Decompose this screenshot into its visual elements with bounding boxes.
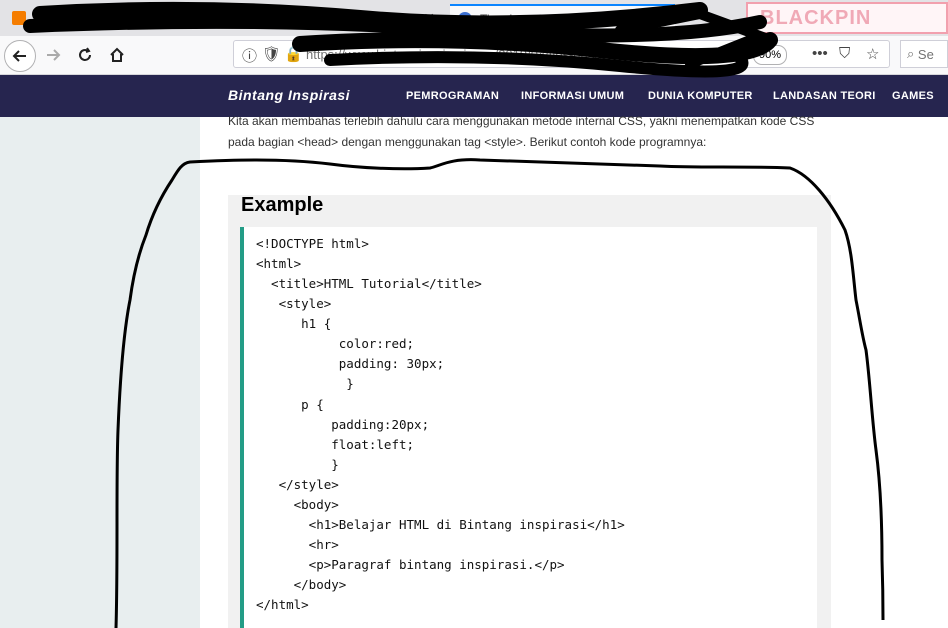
reload-button[interactable] (70, 40, 100, 70)
info-icon[interactable]: ⓘ (242, 45, 257, 66)
close-icon[interactable]: ✕ (423, 10, 435, 27)
code-line: float:left; (256, 437, 415, 452)
article-intro-text: Kita akan membahas terlebih dahulu cara … (228, 114, 815, 149)
left-sidebar-background (0, 117, 200, 628)
shield-icon[interactable]: 🛡 (262, 45, 281, 63)
code-line: <h1>Belajar HTML di Bintang inspirasi</h… (256, 517, 625, 532)
blogger-icon (236, 11, 250, 25)
code-block: <!DOCTYPE html> <html> <title>HTML Tutor… (240, 227, 817, 628)
code-line: <style> (256, 296, 332, 311)
code-line: <html> (256, 256, 302, 271)
code-line: h1 { (256, 316, 332, 331)
code-line: </html> (256, 597, 309, 612)
code-line: color:red; (256, 336, 415, 351)
lock-icon[interactable]: 🔒 (284, 45, 303, 63)
back-button[interactable] (4, 40, 36, 72)
search-icon: ⌕ (907, 46, 915, 61)
site-favicon-icon (458, 12, 472, 26)
url-text[interactable]: https://www.bintanginspirasi.com/2019/04… (306, 47, 736, 62)
search-placeholder: Se (917, 46, 934, 62)
code-line: <!DOCTYPE html> (256, 236, 369, 251)
browser-tab-1[interactable]: Blogger: Blog spot bintang... ✕ (4, 4, 219, 32)
browser-tab-bar: Blogger: Blog spot bintang... ✕ Blogger:… (0, 0, 948, 36)
search-input[interactable]: ⌕ Se (900, 40, 948, 68)
menu-item-games[interactable]: GAMES (892, 90, 934, 102)
home-icon (110, 47, 124, 62)
address-bar[interactable]: ⓘ 🛡 🔒 https://www.bintanginspirasi.com/2… (233, 40, 890, 68)
arrow-left-icon (12, 50, 26, 62)
code-line: <title>HTML Tutorial</title> (256, 276, 482, 291)
browser-toolbar: ⓘ 🛡 🔒 https://www.bintanginspirasi.com/2… (0, 36, 948, 75)
home-button[interactable] (102, 40, 132, 70)
example-heading: Example (241, 194, 324, 216)
browser-tab-2[interactable]: Blogger: Bintang Inspirasi ✕ (228, 4, 443, 32)
close-icon[interactable]: ✕ (199, 10, 211, 27)
menu-item-dunia-komputer[interactable]: DUNIA KOMPUTER (648, 90, 753, 102)
pocket-icon[interactable]: ⛉ (839, 45, 850, 62)
code-line: </style> (256, 477, 339, 492)
zoom-indicator[interactable]: 90% (753, 45, 788, 65)
blogger-icon (12, 11, 26, 25)
code-line: padding:20px; (256, 417, 430, 432)
more-icon[interactable]: ••• (812, 45, 828, 62)
reload-icon (79, 47, 91, 61)
code-line: <p>Paragraf bintang inspirasi.</p> (256, 557, 565, 572)
code-line: padding: 30px; (256, 356, 445, 371)
extension-badge[interactable]: BLACKPIN (746, 2, 948, 34)
code-line: } (256, 376, 354, 391)
menu-item-pemrograman[interactable]: PEMROGRAMAN (406, 90, 499, 102)
tab-title: Blogger: Blog spot bintang... (34, 11, 185, 25)
close-icon[interactable]: ✕ (655, 11, 667, 28)
code-line: p { (256, 397, 324, 412)
code-line: <hr> (256, 537, 339, 552)
star-icon[interactable]: ☆ (866, 45, 879, 63)
menu-item-landasan-teori[interactable]: LANDASAN TEORI (773, 90, 876, 102)
new-tab-button[interactable]: + (680, 3, 693, 29)
menu-item-informasi-umum[interactable]: INFORMASI UMUM (521, 90, 624, 102)
code-line: } (256, 457, 339, 472)
site-brand-logo[interactable]: Bintang Inspirasi (228, 87, 350, 103)
code-line: </body> (256, 577, 347, 592)
tab-title: Tips dasar belajar bahasa pem... (480, 12, 648, 26)
code-line: <body> (256, 497, 339, 512)
tab-title: Blogger: Bintang Inspirasi (258, 11, 395, 25)
browser-tab-3[interactable]: Tips dasar belajar bahasa pem... ✕ (450, 4, 675, 32)
arrow-right-icon (47, 49, 61, 61)
forward-button[interactable] (38, 40, 68, 70)
